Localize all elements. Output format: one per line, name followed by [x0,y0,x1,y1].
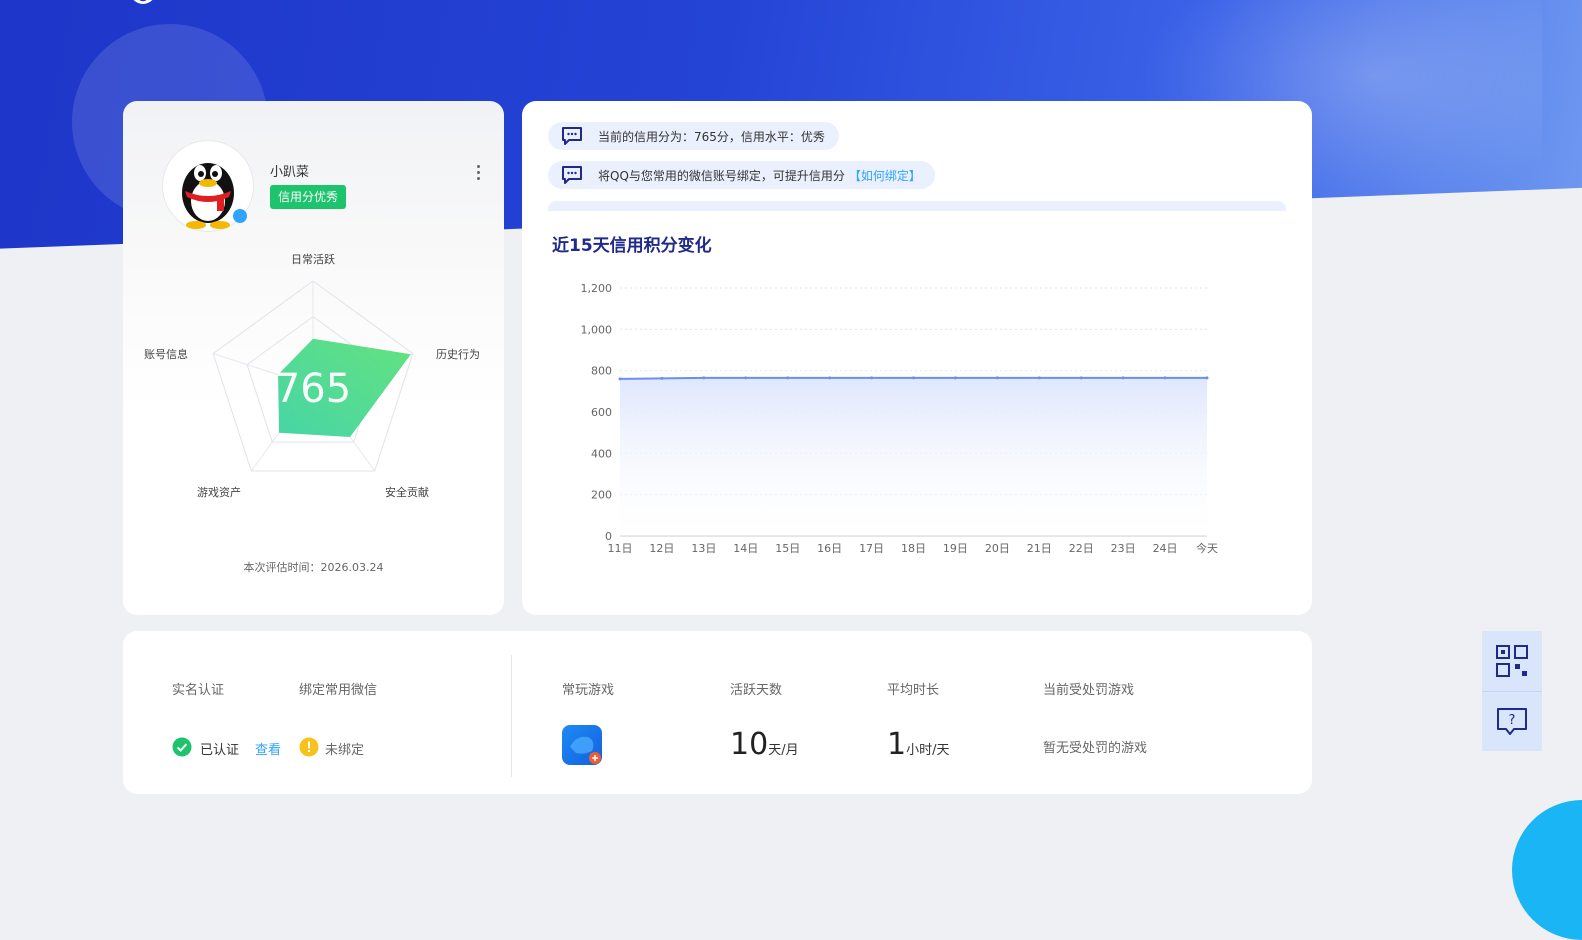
punished-games-value: 暂无受处罚的游戏 [1043,741,1148,756]
help-button[interactable]: ? [1482,691,1542,751]
active-days-unit: 天/月 [768,743,799,758]
y-tick-label: 600 [591,406,612,419]
eval-time: 本次评估时间：2026.03.24 [243,561,384,574]
credit-score-value: 765 [275,366,351,412]
x-tick-label: 11日 [608,542,633,555]
credit-level-badge: 信用分优秀 [270,185,347,209]
data-point [1079,376,1083,380]
qq-badge-icon [233,209,247,223]
y-tick-label: 1,200 [581,282,613,295]
qr-code-button[interactable] [1482,631,1542,691]
x-tick-label: 15日 [775,542,800,555]
logo-icon [133,0,153,4]
chart-title: 近15天信用积分变化 [552,236,712,256]
realname-status: 已认证 [200,743,240,758]
data-point [618,377,622,381]
credit-radar-chart: 765 日常活跃历史行为安全贡献 游戏资产 账号信息 [144,252,480,499]
notice-bind-wechat: 将QQ与您常用的微信账号绑定，可提升信用分 【如何绑定】 [548,161,935,189]
credit-line-chart: 02004006008001,0001,20011日 12日 13日 14日 15日 16… [581,282,1219,555]
active-days-number: 10 [730,727,769,762]
radar-label: 历史行为 [436,348,480,361]
data-point [912,376,915,380]
credit-trend-card: 当前的信用分为：765分，信用水平：优秀 将QQ与您常用的微信账号绑定，可提升信… [522,101,1312,615]
data-point [953,376,957,380]
x-tick-label: 19日 [943,542,968,555]
more-options-icon[interactable] [473,163,483,185]
x-tick-label: 16日 [817,542,842,555]
wechat-bind-status[interactable]: 未绑定 [325,739,364,758]
corner-decoration [1512,800,1582,940]
x-tick-label: 21日 [1027,542,1052,555]
how-to-bind-link[interactable]: 【如何绑定】 [849,167,921,184]
wechat-bind-label: 绑定常用微信 [299,683,378,698]
data-point [1121,376,1125,380]
radar-label: 游戏资产 [197,485,241,499]
active-days-value: 10天/月 [730,727,799,762]
username: 小趴菜 [270,165,310,180]
account-info-card: 实名认证 绑定常用微信 已认证 查看 未绑定 常玩游戏 活跃天数 平均时长 当前… [123,631,1312,794]
notice-text: 将QQ与您常用的微信账号绑定，可提升信用分 [598,168,845,183]
realname-label: 实名认证 [172,683,225,698]
data-point [786,376,790,380]
data-point [660,376,664,380]
side-toolbar: ? [1482,631,1542,751]
y-tick-label: 400 [591,447,612,460]
game-logo-icon [570,736,601,764]
x-tick-label: 18日 [901,542,926,555]
warning-circle-icon [299,737,319,757]
x-tick-label: 17日 [859,542,884,555]
radar-label: 安全贡献 [385,485,429,499]
avg-time-number: 1 [887,727,907,762]
x-tick-label: 12日 [649,542,674,555]
radar-label: 账号信息 [144,347,188,361]
x-tick-label: 20日 [985,542,1010,555]
avg-time-label: 平均时长 [887,683,940,698]
frequent-games-label: 常玩游戏 [562,683,615,698]
svg-text:?: ? [1509,713,1516,728]
y-tick-label: 1,000 [581,323,613,336]
area-fill [620,377,1207,536]
data-point [1205,376,1209,380]
view-realname-link[interactable]: 查看 [255,739,281,758]
avg-time-value: 1小时/天 [887,727,949,762]
notice-partial [548,201,1286,211]
message-icon [562,166,582,184]
help-chat-icon: ? [1497,707,1527,735]
x-tick-label: 23日 [1111,542,1136,555]
data-point [995,376,999,380]
data-point [702,376,706,380]
active-days-label: 活跃天数 [730,683,783,698]
avg-time-unit: 小时/天 [906,743,950,758]
x-tick-label: 24日 [1153,542,1178,555]
profile-card: 小趴菜 信用分优秀 765 日常活跃历史行为安全贡献 游戏资产 账号信息 本次评估时间… [123,101,504,615]
data-point [870,376,874,380]
notice-text: 当前的信用分为：765分，信用水平：优秀 [598,129,825,144]
data-point [1163,376,1167,380]
y-tick-label: 200 [591,489,612,502]
divider [511,655,512,777]
data-point [744,376,748,380]
x-tick-label: 今天 [1196,541,1218,555]
y-tick-label: 800 [591,365,612,378]
data-point [828,376,832,380]
x-tick-label: 14日 [733,542,758,555]
check-circle-icon [172,737,192,757]
notice-score: 当前的信用分为：765分，信用水平：优秀 [548,122,839,150]
punished-games-label: 当前受处罚游戏 [1043,683,1135,698]
x-tick-label: 13日 [691,542,716,555]
radar-label: 日常活跃 [291,252,335,266]
x-tick-label: 22日 [1069,542,1094,555]
data-point [1037,376,1041,380]
game-icon[interactable] [562,725,602,765]
message-icon [562,127,582,145]
qr-code-icon [1496,645,1528,677]
